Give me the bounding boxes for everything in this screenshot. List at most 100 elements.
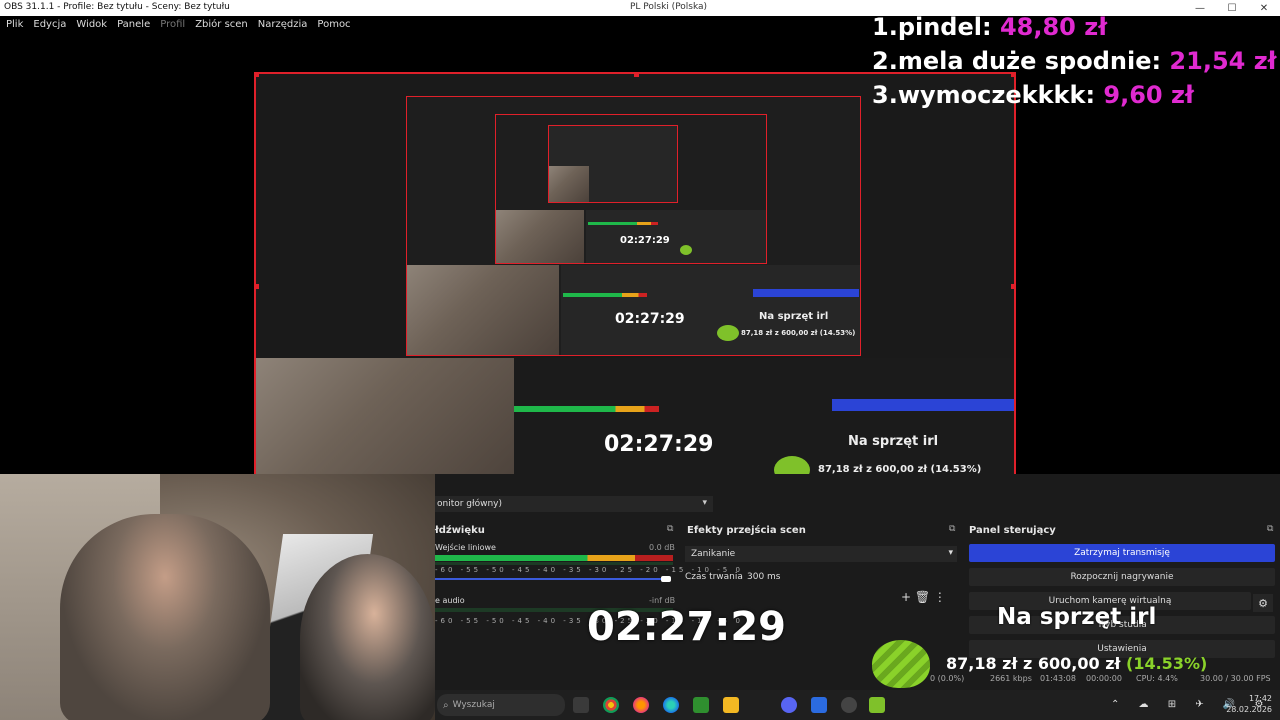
search-icon: ⌕ bbox=[443, 699, 449, 711]
menu-panele[interactable]: Panele bbox=[117, 19, 150, 30]
windows-taskbar: ⌕ Wyszukaj ⌃ ☁ ⊞ ✈ 🔊 ⚙ 17:42 28.02.2026 bbox=[435, 690, 1280, 720]
window-title: OBS 31.1.1 - Profile: Bez tytułu - Sceny… bbox=[4, 2, 230, 12]
menu-plik[interactable]: Plik bbox=[6, 19, 23, 30]
status-cpu: CPU: 4.4% bbox=[1136, 674, 1178, 683]
resize-handle-t[interactable] bbox=[634, 74, 639, 77]
selected-source-frame[interactable]: 02:27:29 02:27:29 Na sprzęt irl 87,18 zł… bbox=[254, 72, 1016, 500]
nested-preview-1: 02:27:29 02:27:29 Na sprzęt irl 87,18 zł… bbox=[406, 96, 861, 356]
gear-icon[interactable]: ⚙ bbox=[1253, 594, 1273, 612]
start-recording-button[interactable]: Rozpocznij nagrywanie bbox=[969, 568, 1275, 586]
scene-source-selector[interactable]: onitor główny) ▾ bbox=[435, 496, 713, 512]
transition-duration-label: Czas trwania bbox=[685, 572, 743, 582]
mixer-channel-1-volume-track[interactable] bbox=[435, 578, 667, 580]
webcam-feed bbox=[0, 474, 435, 720]
nested-preview-3 bbox=[548, 125, 678, 203]
donation-goal-text: 87,18 zł z 600,00 zł (14.53%) bbox=[946, 654, 1207, 673]
transition-action-icons[interactable]: + 🗑 ⋮ bbox=[901, 590, 946, 604]
firefox-icon[interactable] bbox=[633, 697, 649, 713]
mixer-dock-title: łdźwięku bbox=[435, 525, 485, 536]
resize-handle-tl[interactable] bbox=[256, 74, 259, 77]
resize-handle-l[interactable] bbox=[256, 284, 259, 289]
status-dropped-frames: 0 (0.0%) bbox=[930, 674, 965, 683]
goal-progress-ball bbox=[872, 640, 930, 688]
app-icon[interactable] bbox=[811, 697, 827, 713]
controls-dock-title: Panel sterujący bbox=[969, 525, 1056, 536]
mixer-channel-1-meter-r bbox=[435, 562, 673, 565]
taskbar-search-placeholder: Wyszukaj bbox=[452, 700, 495, 710]
leaderboard-name: 3.wymoczekkkk: bbox=[872, 81, 1104, 109]
menu-pomoc[interactable]: Pomoc bbox=[317, 19, 350, 30]
donation-separator: z bbox=[1017, 654, 1038, 673]
chevron-down-icon: ▾ bbox=[702, 498, 707, 508]
mixer-channel-1-volume-knob[interactable] bbox=[661, 576, 671, 582]
chevron-down-icon: ▾ bbox=[948, 548, 953, 558]
status-fps: 30.00 / 30.00 FPS bbox=[1200, 674, 1271, 683]
stop-stream-button[interactable]: Zatrzymaj transmisję bbox=[969, 544, 1275, 562]
transitions-dock-title: Efekty przejścia scen bbox=[687, 525, 806, 536]
app-green-icon[interactable] bbox=[869, 697, 885, 713]
status-bar: 0 (0.0%) 2661 kbps 01:43:08 00:00:00 CPU… bbox=[930, 672, 1280, 688]
leaderboard-name: 1.pindel: bbox=[872, 13, 1000, 41]
transition-duration-input[interactable]: 300 ms bbox=[747, 572, 781, 582]
leaderboard-row: 1.pindel: 48,80 zł bbox=[872, 10, 1277, 44]
leaderboard-amount: 9,60 zł bbox=[1103, 81, 1194, 109]
keyboard-layout-indicator[interactable]: PL Polski (Polska) bbox=[630, 2, 707, 12]
mixer-popout-icon[interactable]: ⧉ bbox=[667, 524, 673, 534]
discord-icon[interactable] bbox=[781, 697, 797, 713]
mixer-channel-2-label: e audio bbox=[435, 596, 465, 605]
nested-meter-0 bbox=[514, 406, 659, 412]
nested-timer-2: 02:27:29 bbox=[620, 235, 670, 246]
task-view-icon[interactable] bbox=[573, 697, 589, 713]
leaderboard-name: 2.mela duże spodnie: bbox=[872, 47, 1170, 75]
nested-stream-button-0 bbox=[832, 399, 1014, 411]
leaderboard-row: 3.wymoczekkkk: 9,60 zł bbox=[872, 78, 1277, 112]
nested-meter-1 bbox=[563, 293, 647, 297]
status-bitrate: 2661 kbps bbox=[990, 674, 1032, 683]
status-rec-time: 00:00:00 bbox=[1086, 674, 1122, 683]
leaderboard-amount: 21,54 zł bbox=[1169, 47, 1277, 75]
nested-stream-button-1 bbox=[753, 289, 859, 297]
taskbar-search[interactable]: ⌕ Wyszukaj bbox=[437, 694, 565, 716]
transition-type-select[interactable]: Zanikanie ▾ bbox=[685, 546, 957, 562]
taskbar-clock[interactable]: 17:42 28.02.2026 bbox=[1226, 693, 1272, 715]
edge-icon[interactable] bbox=[663, 697, 679, 713]
nested-meter-2 bbox=[588, 222, 658, 225]
obs-screen: OBS 31.1.1 - Profile: Bez tytułu - Sceny… bbox=[0, 0, 1280, 720]
transitions-popout-icon[interactable]: ⧉ bbox=[949, 524, 955, 534]
menu-profil[interactable]: Profil bbox=[160, 19, 185, 30]
nested-ui-2 bbox=[586, 210, 766, 263]
donation-current: 87,18 zł bbox=[946, 654, 1018, 673]
menu-narzedzia[interactable]: Narzędzia bbox=[258, 19, 308, 30]
nested-donation-1: 87,18 zł z 600,00 zł (14.53%) bbox=[741, 329, 856, 337]
resize-handle-r[interactable] bbox=[1011, 284, 1014, 289]
mixer-channel-1-label: Wejście liniowe bbox=[435, 543, 496, 552]
nested-goal-ball-2 bbox=[680, 245, 692, 255]
menu-widok[interactable]: Widok bbox=[76, 19, 107, 30]
menu-edycja[interactable]: Edycja bbox=[33, 19, 66, 30]
menu-zbior-scen[interactable]: Zbiór scen bbox=[195, 19, 248, 30]
transition-type-value: Zanikanie bbox=[691, 549, 736, 559]
mixer-channel-1-meter bbox=[435, 555, 673, 561]
nested-webcam-3 bbox=[549, 166, 589, 202]
clock-time: 17:42 bbox=[1248, 694, 1272, 703]
minecraft-icon[interactable] bbox=[693, 697, 709, 713]
nested-hardware-label-0: Na sprzęt irl bbox=[848, 434, 939, 449]
nested-timer-1: 02:27:29 bbox=[615, 311, 685, 327]
nested-webcam-1 bbox=[407, 265, 559, 355]
leaderboard-row: 2.mela duże spodnie: 21,54 zł bbox=[872, 44, 1277, 78]
leaderboard-amount: 48,80 zł bbox=[999, 13, 1108, 41]
donation-target: 600,00 zł bbox=[1037, 654, 1121, 673]
mixer-channel-1-db: 0.0 dB bbox=[649, 543, 675, 552]
donation-leaderboard: 1.pindel: 48,80 zł 2.mela duże spodnie: … bbox=[872, 10, 1277, 112]
controls-popout-icon[interactable]: ⧉ bbox=[1267, 524, 1273, 534]
clock-date: 28.02.2026 bbox=[1226, 705, 1272, 714]
obs-icon[interactable] bbox=[841, 697, 857, 713]
hardware-goal-label: Na sprzęt irl bbox=[997, 604, 1157, 630]
nested-hardware-label-1: Na sprzęt irl bbox=[759, 311, 829, 322]
webcam-person-right bbox=[300, 554, 435, 720]
file-explorer-icon[interactable] bbox=[723, 697, 739, 713]
nested-timer-0: 02:27:29 bbox=[604, 432, 714, 457]
nested-preview-2: 02:27:29 bbox=[495, 114, 767, 264]
status-stream-time: 01:43:08 bbox=[1040, 674, 1076, 683]
chrome-icon[interactable] bbox=[603, 697, 619, 713]
